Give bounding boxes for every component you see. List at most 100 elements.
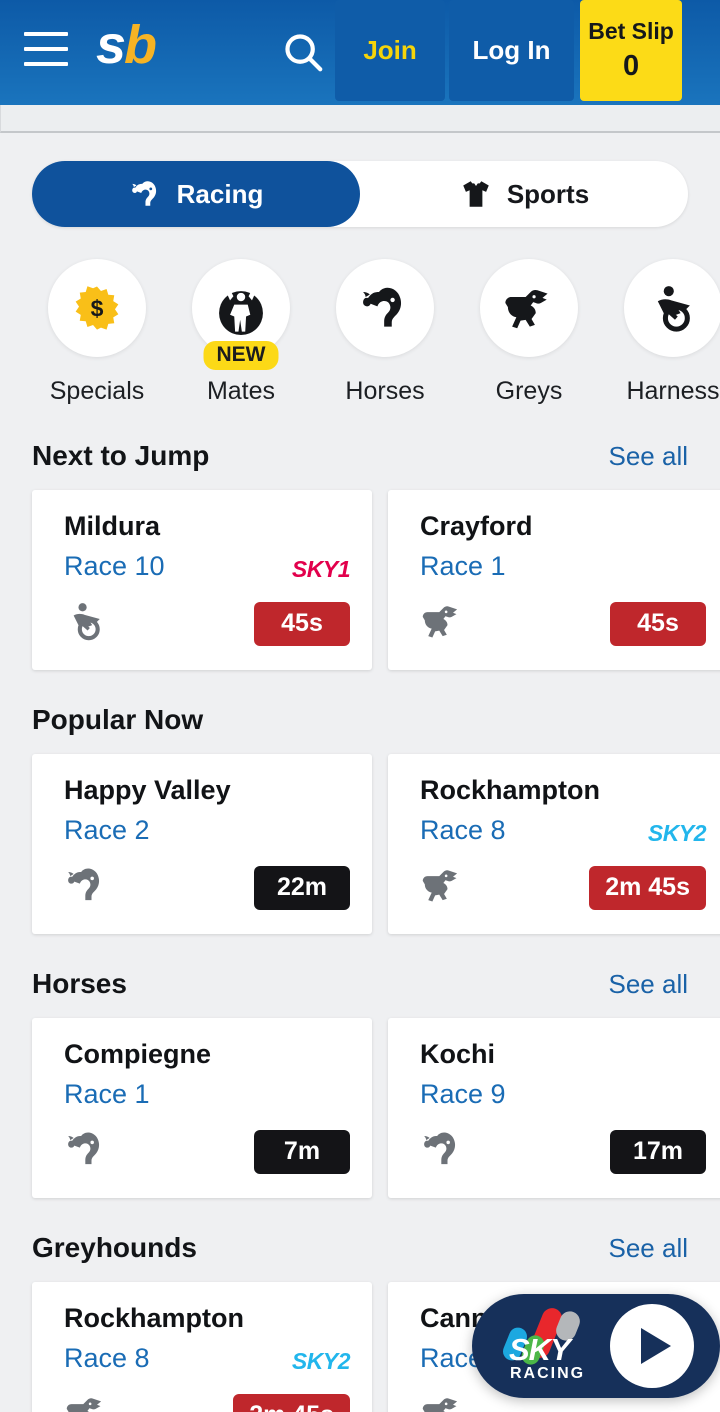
card-row: Happy Valley Race 2 22m Rockhampton Race 8 SK… [0, 754, 720, 934]
greyhound-icon [480, 259, 578, 357]
sky-racing-player-widget[interactable]: SKY RACING [472, 1294, 720, 1398]
header-subbar [0, 105, 720, 133]
sky-channel-badge: SKY2 [291, 1348, 351, 1374]
bet-slip-label: Bet Slip [588, 18, 674, 44]
tab-label: Sports [506, 178, 590, 209]
sections-container: Next to Jump See all Mildura Race 10 SKY1 45s… [0, 440, 720, 1412]
section-title: Greyhounds [32, 1232, 197, 1263]
harness-sulky-icon [624, 259, 720, 357]
race-countdown-badge: 2m 45s [589, 865, 706, 910]
race-countdown-badge: 45s [610, 601, 706, 646]
race-venue: Mildura [64, 511, 161, 541]
tab-sports[interactable]: Sports [360, 161, 688, 227]
logo-letter-s: s [96, 15, 126, 75]
racing-logo-text: RACING [510, 1365, 586, 1382]
section-title: Popular Now [32, 704, 204, 735]
category-label: Specials [49, 377, 145, 405]
logo-letter-b: b [124, 15, 157, 75]
card-footer: 45s [64, 599, 350, 648]
category-greys[interactable]: Greys [480, 259, 578, 406]
card-row: Mildura Race 10 SKY1 45s Crayford Race 1 45s [0, 490, 720, 670]
dollar-starburst-icon: $ [48, 259, 146, 357]
horse-head-icon [129, 177, 163, 211]
race-venue: Kochi [420, 1039, 496, 1069]
harness-sulky-icon [64, 599, 108, 648]
card-footer: 22m [64, 863, 350, 912]
race-number: Race 9 [420, 1078, 506, 1109]
bet-slip-count: 0 [622, 50, 640, 82]
see-all-link[interactable]: See all [609, 969, 689, 1000]
race-card[interactable]: RockhamptonRace 8SKY22m 45s [388, 754, 720, 934]
race-venue: Compiegne [64, 1039, 212, 1069]
race-countdown-badge: 17m [610, 1129, 706, 1174]
race-venue: Crayford [420, 511, 533, 541]
sky-racing-logo: SKY RACING [498, 1305, 596, 1387]
category-label: Mates [206, 377, 276, 405]
tab-label: Racing [176, 178, 264, 209]
race-card[interactable]: Kochi Race 9 17m [388, 1018, 720, 1198]
sky-channel-badge: SKY2 [647, 820, 707, 846]
category-row: $ Specials NEW Mates Horses Greys Harness [48, 227, 720, 406]
section-header: Popular Now [0, 704, 720, 736]
card-footer: 2m 45s [420, 863, 706, 912]
greyhound-icon [420, 1391, 464, 1412]
hamburger-menu-icon[interactable] [24, 32, 68, 66]
card-row: Compiegne Race 1 7m Kochi Race 9 17m [0, 1018, 720, 1198]
category-harness[interactable]: Harness [624, 259, 720, 406]
login-button[interactable]: Log In [449, 0, 575, 101]
play-icon[interactable] [610, 1304, 694, 1388]
category-mates[interactable]: NEW Mates [192, 259, 290, 406]
section-header: Horses See all [0, 968, 720, 1000]
horse-head-icon [64, 863, 108, 912]
race-countdown-badge: 22m [254, 865, 350, 910]
racing-sports-toggle: Racing Sports [32, 161, 688, 227]
new-badge: NEW [203, 341, 279, 370]
search-icon[interactable] [277, 26, 329, 78]
sky-logo-text: SKY [509, 1332, 571, 1367]
tab-racing[interactable]: Racing [32, 161, 360, 227]
race-venue: Happy Valley [64, 775, 231, 805]
race-card[interactable]: RockhamptonRace 8SKY22m 45s [32, 1282, 372, 1412]
celebrating-person-icon: NEW [192, 259, 290, 370]
see-all-link[interactable]: See all [609, 1233, 689, 1264]
app-screen: sb Join Log In Bet Slip 0 Racing Sports $… [0, 0, 720, 1412]
greyhound-icon [420, 599, 464, 648]
brand-logo[interactable]: sb [96, 15, 157, 75]
svg-text:$: $ [91, 296, 104, 322]
race-countdown-badge: 45s [254, 601, 350, 646]
section-header: Greyhounds See all [0, 1232, 720, 1264]
race-countdown-badge: 7m [254, 1129, 350, 1174]
category-specials[interactable]: $ Specials [48, 259, 146, 406]
race-card[interactable]: Crayford Race 1 45s [388, 490, 720, 670]
section-title: Next to Jump [32, 440, 210, 471]
race-number: Race 1 [420, 550, 506, 581]
card-footer: 45s [420, 599, 706, 648]
join-button[interactable]: Join [335, 0, 446, 101]
section-title: Horses [32, 968, 127, 999]
category-label: Horses [345, 377, 425, 405]
app-header: sb Join Log In Bet Slip 0 [0, 0, 720, 105]
race-venue: Rockhampton [420, 775, 601, 805]
category-label: Greys [495, 377, 563, 405]
race-card[interactable]: Mildura Race 10 SKY1 45s [32, 490, 372, 670]
horse-head-icon [336, 259, 434, 357]
bet-slip-button[interactable]: Bet Slip 0 [580, 0, 683, 101]
race-number: Race 1 [64, 1078, 150, 1109]
section-header: Next to Jump See all [0, 440, 720, 472]
card-footer: 2m 45s [64, 1391, 350, 1412]
see-all-link[interactable]: See all [609, 441, 689, 472]
race-number: Race 2 [64, 814, 150, 845]
race-card[interactable]: Happy Valley Race 2 22m [32, 754, 372, 934]
greyhound-icon [64, 1391, 108, 1412]
category-horses[interactable]: Horses [336, 259, 434, 406]
horse-head-icon [420, 1127, 464, 1176]
race-card[interactable]: Compiegne Race 1 7m [32, 1018, 372, 1198]
race-countdown-badge: 2m 45s [233, 1393, 350, 1412]
category-label: Harness [626, 377, 720, 405]
race-venue: Rockhampton [64, 1303, 245, 1333]
card-footer: 17m [420, 1127, 706, 1176]
jersey-icon [459, 177, 493, 211]
card-footer: 7m [64, 1127, 350, 1176]
sky-channel-badge: SKY1 [291, 556, 351, 582]
horse-head-icon [64, 1127, 108, 1176]
